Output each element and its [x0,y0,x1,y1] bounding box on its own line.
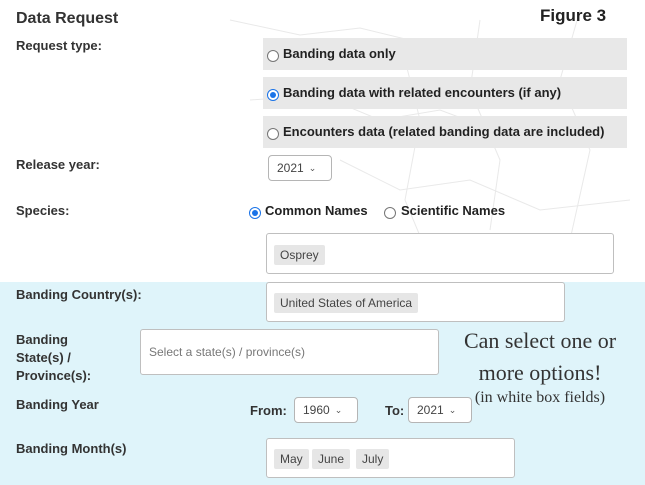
selected-country-chip[interactable]: United States of America [274,293,419,313]
request-option-label: Banding data only [283,46,396,61]
common-names-label: Common Names [265,203,368,218]
chevron-down-icon: ⌄ [308,162,317,173]
radio-scientific-names[interactable] [384,207,396,219]
release-year-label: Release year: [16,157,100,172]
banding-month-label: Banding Month(s) [16,441,127,456]
selected-month-chip[interactable]: July [356,449,390,469]
species-select-box[interactable]: Osprey [266,233,614,274]
from-year-value: 1960 [303,403,330,417]
request-option-banding-with-encounters[interactable]: Banding data with related encounters (if… [263,77,627,109]
selected-month-chip[interactable]: June [312,449,351,469]
radio-button[interactable] [267,50,279,62]
request-option-label: Banding data with related encounters (if… [283,85,562,100]
banding-state-label-line: Province(s): [16,368,92,383]
banding-state-label-line: Banding [16,332,68,347]
annotation-line-2: more options! [478,360,602,385]
release-year-select[interactable]: 2021 ⌄ [268,155,332,181]
chevron-down-icon: ⌄ [334,404,343,415]
scientific-names-label: Scientific Names [401,203,506,218]
request-type-label: Request type: [16,38,102,53]
annotation-line-1: Can select one or [463,328,617,353]
banding-state-label: Banding State(s) / Province(s): [16,331,91,385]
request-option-encounters[interactable]: Encounters data (related banding data ar… [263,116,627,148]
request-option-banding-only[interactable]: Banding data only [263,38,627,70]
banding-year-label: Banding Year [16,397,99,412]
from-label: From: [250,403,287,418]
banding-state-label-line: State(s) / [16,350,71,365]
request-option-label: Encounters data (related banding data ar… [283,124,605,139]
figure-label: Figure 3 [540,6,607,25]
radio-button-selected[interactable] [267,89,279,101]
release-year-value: 2021 [277,161,304,175]
banding-month-select-box[interactable]: May June July [266,438,515,478]
radio-common-names[interactable] [249,207,261,219]
from-year-select[interactable]: 1960 ⌄ [294,397,358,423]
banding-state-placeholder: Select a state(s) / province(s) [149,345,306,359]
to-year-select[interactable]: 2021 ⌄ [408,397,472,423]
chevron-down-icon: ⌄ [448,404,457,415]
banding-state-select-box[interactable]: Select a state(s) / province(s) [140,329,439,375]
to-year-value: 2021 [417,403,444,417]
banding-country-select-box[interactable]: United States of America [266,282,565,322]
banding-country-label: Banding Country(s): [16,287,142,302]
radio-button[interactable] [267,128,279,140]
selected-month-chip[interactable]: May [274,449,309,469]
species-label: Species: [16,203,70,218]
selected-species-chip[interactable]: Osprey [274,245,325,265]
page-title: Data Request [16,10,119,27]
to-label: To: [385,403,405,418]
